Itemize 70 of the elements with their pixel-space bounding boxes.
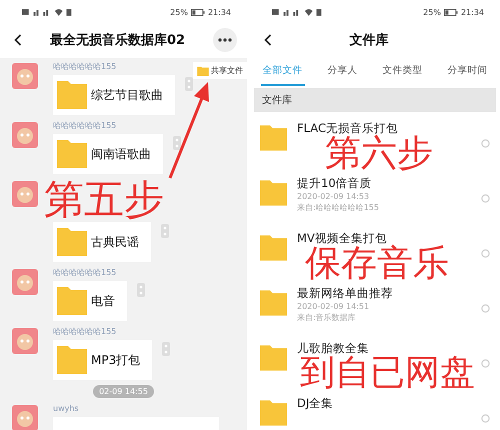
annotation-text: 到自已网盘 (300, 356, 475, 391)
sender-name: 哈哈哈哈哈哈155 (53, 267, 118, 278)
more-icon[interactable] (213, 28, 237, 52)
battery-icon (190, 8, 205, 16)
avatar (12, 181, 38, 207)
select-circle-icon[interactable] (481, 414, 490, 423)
sender-name: 哈哈哈哈哈哈155 (53, 326, 118, 337)
folder-icon (57, 80, 87, 110)
select-circle-icon[interactable] (481, 194, 490, 203)
file-card[interactable]: 综艺节目歌曲 (53, 75, 175, 115)
folder-icon (57, 227, 87, 257)
avatar (12, 405, 38, 430)
clock: 21:34 (460, 8, 484, 16)
back-icon[interactable] (264, 34, 272, 46)
file-card[interactable]: 古典民谣 (53, 222, 151, 262)
chat-title: 最全无损音乐数据库02 (48, 32, 186, 49)
folder-icon (57, 345, 87, 375)
folder-icon (260, 180, 287, 206)
timestamp: 02-09 14:55 (93, 385, 154, 398)
folder-icon (260, 400, 287, 426)
back-icon[interactable] (14, 34, 22, 46)
file-source: 来自:哈哈哈哈哈哈155 (297, 202, 380, 213)
annotation-text: 第六步 (325, 136, 433, 172)
file-name: 儿歌胎教全集 (297, 341, 370, 356)
file-card[interactable]: 电音 (53, 281, 127, 321)
file-name: DJ全集 (297, 396, 334, 411)
page-title: 文件库 (348, 32, 390, 49)
file-name: 闽南语歌曲 (91, 146, 151, 162)
annotation-text: 保存音乐 (305, 246, 449, 282)
avatar (12, 269, 38, 295)
file-card[interactable]: 闽南语歌曲 (53, 134, 163, 174)
avatar (12, 122, 38, 148)
tab[interactable]: 分享时间 (446, 56, 490, 86)
select-circle-icon[interactable] (481, 359, 490, 368)
folder-icon (260, 235, 287, 261)
avatar (12, 328, 38, 354)
file-name: MV视频全集打包 (297, 231, 387, 245)
sender-name: uwyhs (53, 403, 80, 414)
sender-name: 哈哈哈哈哈哈155 (53, 120, 118, 131)
avatar (12, 63, 38, 89)
select-circle-icon[interactable] (481, 249, 490, 258)
folder-icon (57, 286, 87, 316)
share-files-button[interactable]: 共享文件 (193, 62, 247, 79)
annotation-text: 第五步 (44, 180, 164, 220)
battery-percent: 25% (170, 8, 188, 16)
file-name: 古典民谣 (91, 234, 139, 250)
file-source: 来自:音乐数据库 (297, 312, 357, 323)
select-circle-icon[interactable] (481, 304, 490, 313)
file-name: 综艺节目歌曲 (91, 86, 163, 104)
file-name: 提升10倍音质 (297, 176, 373, 191)
file-date: 2020-02-09 14:53 (297, 192, 370, 201)
tab[interactable]: 文件类型 (380, 56, 424, 86)
battery-icon (444, 8, 458, 16)
folder-icon (260, 290, 287, 316)
folder-icon (57, 139, 87, 169)
sender-name: 哈哈哈哈哈哈155 (53, 61, 118, 72)
file-name: 电音 (91, 292, 115, 310)
section-header: 文件库 (254, 88, 496, 112)
folder-icon (197, 66, 209, 76)
battery-percent: 25% (423, 8, 441, 16)
clock: 21:34 (208, 8, 231, 16)
file-card[interactable]: MP3打包 (53, 340, 152, 380)
folder-icon (260, 345, 287, 371)
file-name: FLAC无损音乐打包 (297, 121, 399, 135)
file-name: MP3打包 (91, 352, 140, 368)
folder-icon (260, 125, 287, 151)
file-date: 2020-02-09 14:51 (297, 302, 370, 311)
select-circle-icon[interactable] (481, 139, 490, 148)
tab[interactable]: 分享人 (326, 56, 360, 86)
file-name: 最新网络单曲推荐 (297, 286, 394, 301)
